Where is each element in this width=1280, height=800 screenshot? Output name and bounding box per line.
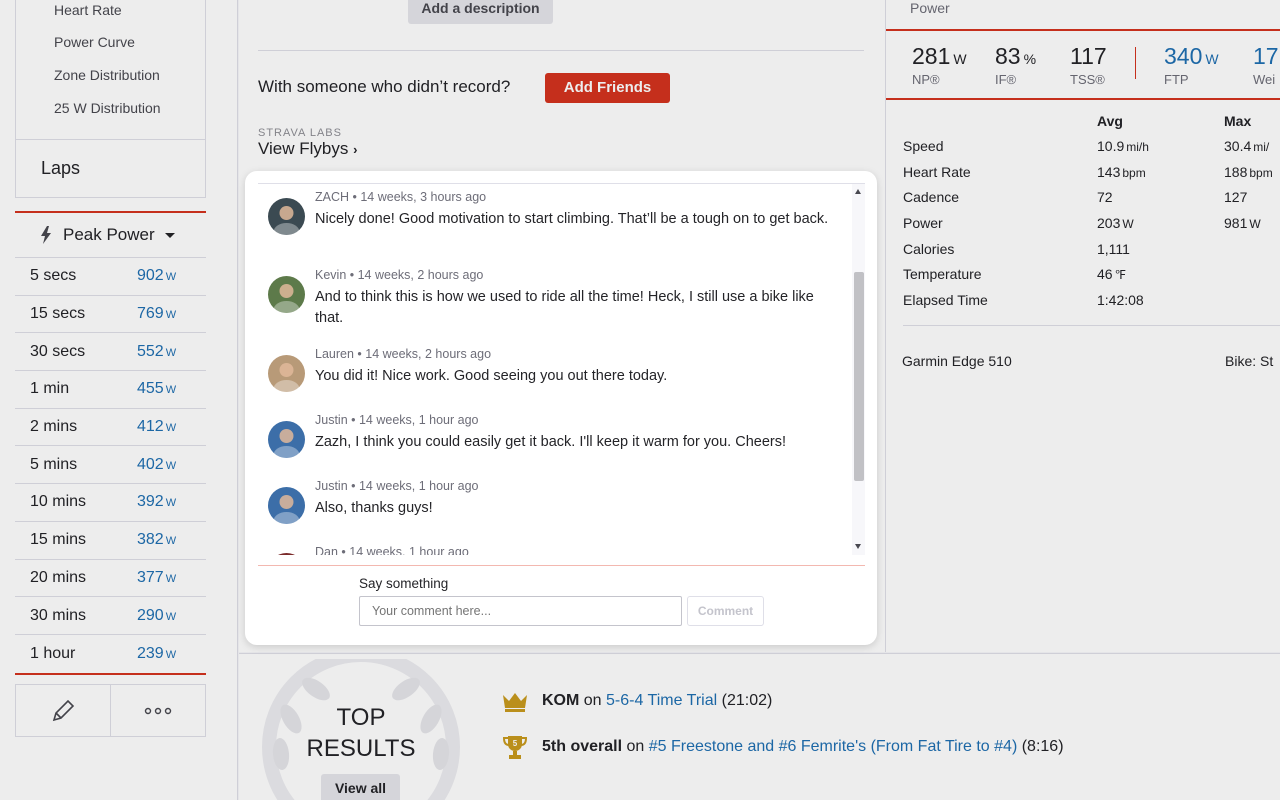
comment-text: And to think this is how we used to ride… (315, 289, 814, 326)
comment-meta: Kevin • 14 weeks, 2 hours ago (315, 268, 484, 282)
avatar-image (273, 363, 300, 392)
avatar-image (273, 429, 300, 458)
comment-text: Zazh, I think you could easily get it ba… (315, 434, 787, 450)
comment-meta: Lauren • 14 weeks, 2 hours ago (315, 347, 492, 361)
comments-modal: ZACH • 14 weeks, 3 hours ago Nicely done!… (245, 171, 877, 645)
avatar[interactable] (268, 487, 305, 524)
avatar-image (273, 495, 300, 524)
comments-scrollbar[interactable] (852, 184, 865, 555)
comments-list[interactable]: ZACH • 14 weeks, 3 hours ago Nicely done!… (258, 183, 865, 555)
scroll-down-icon[interactable] (855, 544, 861, 549)
comment-meta: ZACH • 14 weeks, 3 hours ago (315, 190, 487, 204)
scrollbar-thumb[interactable] (854, 272, 864, 481)
comment-text: Also, thanks guys! (315, 500, 433, 516)
comment-meta: Dan • 14 weeks, 1 hour ago (315, 545, 469, 555)
comment-button[interactable]: Comment (687, 596, 764, 626)
avatar-image (273, 206, 300, 235)
activity-page: Heart Rate Power Curve Zone Distribution… (0, 0, 1280, 800)
scroll-up-icon[interactable] (855, 189, 861, 194)
avatar-image (273, 284, 300, 313)
avatar[interactable] (268, 355, 305, 392)
comment-text: Nicely done! Good motivation to start cl… (315, 211, 829, 227)
avatar[interactable] (268, 276, 305, 313)
say-something-label: Say something (359, 576, 449, 591)
comment-input[interactable] (359, 596, 682, 626)
avatar[interactable] (268, 553, 305, 555)
avatar[interactable] (268, 421, 305, 458)
divider (258, 565, 865, 566)
comment-text: You did it! Nice work. Good seeing you o… (315, 368, 668, 384)
comment-meta: Justin • 14 weeks, 1 hour ago (315, 413, 479, 427)
avatar-image (268, 553, 305, 555)
comment-meta: Justin • 14 weeks, 1 hour ago (315, 479, 479, 493)
avatar[interactable] (268, 198, 305, 235)
